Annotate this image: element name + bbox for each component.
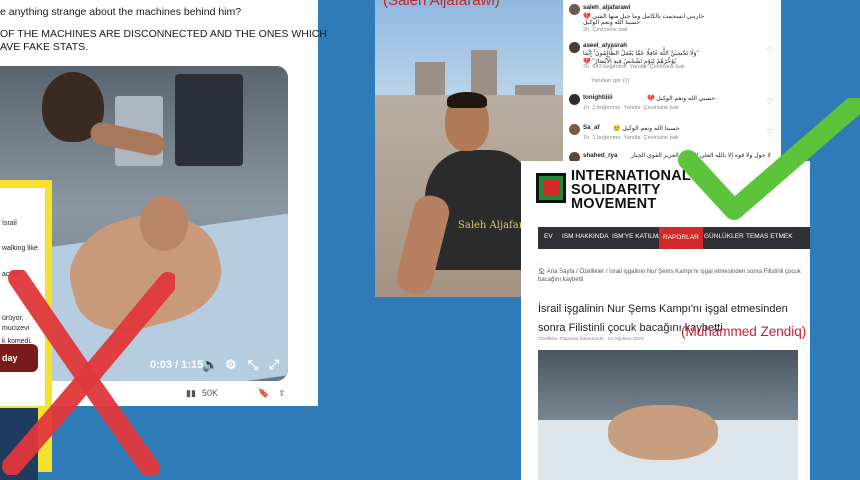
green-check-icon xyxy=(678,98,860,220)
article-meta: Özellikler, Raporlar bölümünde · 01 Ağus… xyxy=(538,337,644,342)
tweet-line-3: AVE FAKE STATS. xyxy=(0,41,89,53)
ism-logo-icon[interactable] xyxy=(536,173,566,203)
overlay-line: walking like xyxy=(2,245,38,252)
red-cross-icon xyxy=(2,270,175,475)
fullscreen-icon[interactable]: ⤢ xyxy=(266,357,282,373)
tweet-actions: ▮▮ 50K 🔖 ⇪ xyxy=(180,386,310,402)
nav-item-contact[interactable]: TEMAS ETMEK xyxy=(746,233,793,240)
comment-time: 1h xyxy=(583,105,590,111)
comment-likes: 2 beğenme xyxy=(592,105,621,111)
reply-link[interactable]: Yanıtla xyxy=(630,64,647,70)
nav-item-about[interactable]: ISM HAKKINDA xyxy=(562,233,609,240)
share-icon[interactable]: ⇪ xyxy=(278,388,286,399)
patient-head-image xyxy=(140,196,188,251)
ism-annotation: (Muhammed Zendiq) xyxy=(681,324,807,339)
comment-time: 2h xyxy=(583,64,590,70)
avatar[interactable] xyxy=(569,94,580,105)
tweet-line-2: OF THE MACHINES ARE DISCONNECTED AND THE… xyxy=(0,28,327,40)
avatar[interactable] xyxy=(569,42,580,53)
comment-likes: 1 beğenme xyxy=(592,135,621,141)
comment-meta: 2h 643 beğenme Yanıtla Çevirisine bak xyxy=(583,64,685,70)
comment-text: حسبنا الله ونعم الوكيل xyxy=(583,19,641,26)
volume-icon[interactable]: 🔈 xyxy=(202,357,218,373)
comment-user[interactable]: aseel_alyasrah xyxy=(583,42,627,49)
views-count: 50K xyxy=(202,388,219,398)
selfie-caption: (Saleh Aljafarawi) xyxy=(383,0,500,9)
bookmark-icon[interactable]: 🔖 xyxy=(258,388,269,399)
comment-user[interactable]: tonightiiiii xyxy=(583,94,613,101)
views-icon[interactable]: ▮▮ xyxy=(186,388,196,399)
tweet-text: e anything strange about the machines be… xyxy=(0,6,327,63)
comment-user[interactable]: shahed_rya xyxy=(583,152,617,159)
comment-user[interactable]: Sa_af xyxy=(583,124,600,131)
ism-nav-bar: EV ISM HAKKINDA ISM'YE KATILMA RAPORLAR … xyxy=(538,227,810,249)
ism-name-line: INTERNATIONAL xyxy=(571,168,691,184)
nav-item-home[interactable]: EV xyxy=(544,233,553,240)
ism-name-line: MOVEMENT xyxy=(571,196,657,212)
ism-site-name[interactable]: INTERNATIONAL SOLIDARITY MOVEMENT xyxy=(571,168,691,212)
translate-link[interactable]: Çevirisine bak xyxy=(644,135,679,141)
reply-link[interactable]: Yanıtla xyxy=(623,105,640,111)
comment-meta: 2h Çevirisine bak xyxy=(583,27,627,33)
comment-text: حسبنا الله ونعم الوكيل 😢 xyxy=(613,125,680,132)
avatar[interactable] xyxy=(569,124,580,135)
comment-time: 2h xyxy=(583,27,590,33)
comment-meta: 1h 2 beğenme Yanıtla Çevirisine bak xyxy=(583,105,679,111)
nav-item-join[interactable]: ISM'YE KATILMA xyxy=(612,233,663,240)
heart-icon[interactable]: ♡ xyxy=(767,46,773,54)
man-hair-image xyxy=(447,92,487,108)
nav-item-diaries[interactable]: GÜNLÜKLER xyxy=(704,233,744,240)
translate-link[interactable]: Çevirisine bak xyxy=(644,105,679,111)
reply-link[interactable]: Yanıtla xyxy=(623,135,640,141)
overlay-line: İsrail xyxy=(2,220,17,227)
translate-link[interactable]: Çevirisine bak xyxy=(650,64,685,70)
comment-user[interactable]: saleh_aljafarawi xyxy=(583,4,630,11)
minimize-icon[interactable]: ⤡ xyxy=(245,357,261,373)
translate-link[interactable]: Çevirisine bak xyxy=(592,27,627,33)
settings-icon[interactable]: ⚙ xyxy=(223,357,239,373)
comment-meta: 1h 1 beğenme Yanıtla Çevirisine bak xyxy=(583,135,679,141)
monitor-image xyxy=(175,74,243,166)
article-photo xyxy=(538,350,798,480)
nav-item-reports[interactable]: RAPORLAR xyxy=(659,227,703,249)
ism-name-line: SOLIDARITY xyxy=(571,182,661,198)
comment-time: 1h xyxy=(583,135,590,141)
comment-likes: 643 beğenme xyxy=(592,64,627,70)
tweet-line-1: e anything strange about the machines be… xyxy=(0,6,242,18)
avatar[interactable] xyxy=(569,4,580,15)
breadcrumb[interactable]: 🏠 Ana Sayfa / Özellikler / İsrail işgali… xyxy=(538,268,803,284)
view-replies-link[interactable]: Yanıtları gör (1) xyxy=(591,78,629,84)
